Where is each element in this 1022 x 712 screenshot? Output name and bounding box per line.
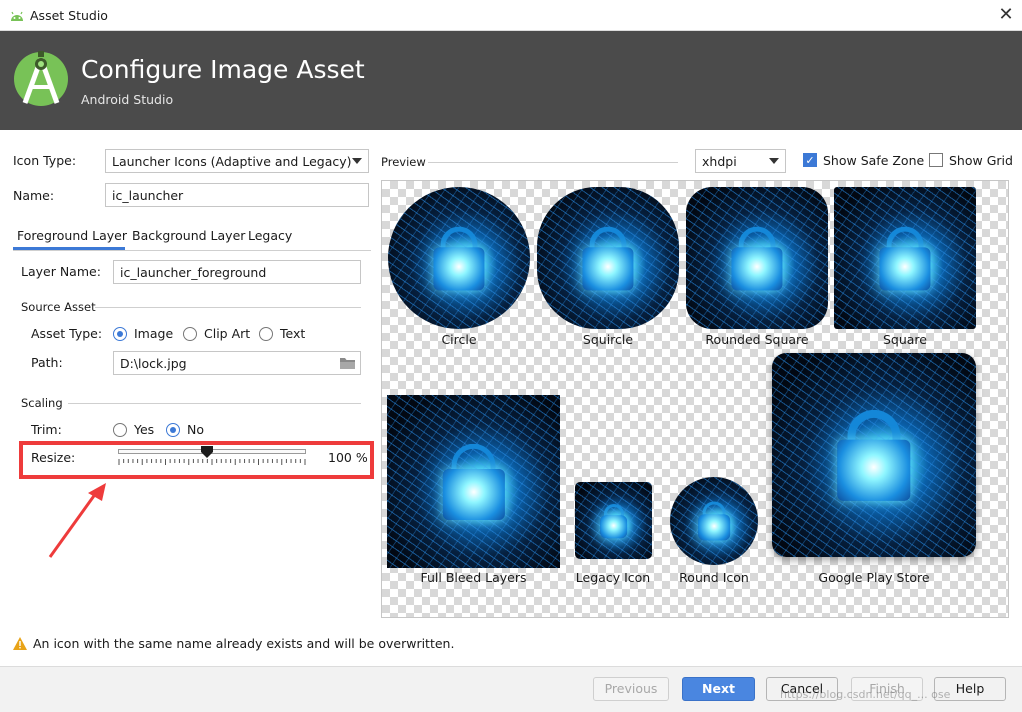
warning-message: An icon with the same name already exist… — [33, 636, 455, 651]
source-asset-heading: Source Asset — [21, 300, 96, 314]
asset-type-clipart-label[interactable]: Clip Art — [204, 326, 250, 341]
scaling-heading: Scaling — [21, 396, 63, 410]
window-title: Asset Studio — [30, 8, 108, 23]
folder-icon[interactable] — [340, 357, 355, 372]
show-safe-zone-checkbox[interactable]: ✓ — [803, 153, 817, 167]
icon-type-label: Icon Type: — [13, 153, 77, 168]
density-value: xhdpi — [702, 154, 737, 169]
preview-round-image — [670, 477, 758, 565]
page-title: Configure Image Asset — [81, 55, 365, 84]
layer-name-field[interactable]: ic_launcher_foreground — [113, 260, 361, 284]
lock-icon — [879, 247, 931, 290]
lock-icon — [442, 468, 505, 521]
tab-foreground-layer[interactable]: Foreground Layer — [17, 228, 127, 243]
preview-circle-image — [388, 187, 530, 329]
trim-no-label[interactable]: No — [187, 422, 204, 437]
density-select[interactable]: xhdpi — [695, 149, 786, 173]
layer-tabs: Foreground Layer Background Layer Legacy — [13, 224, 371, 251]
show-safe-zone-label[interactable]: Show Safe Zone — [823, 153, 924, 168]
preview-square-caption: Square — [882, 332, 927, 347]
layer-name-label: Layer Name: — [21, 264, 101, 279]
preview-full-bleed-image — [387, 395, 560, 568]
asset-type-label: Asset Type: — [31, 326, 103, 341]
chevron-down-icon — [352, 158, 362, 164]
preview-full-bleed-caption: Full Bleed Layers — [420, 570, 527, 585]
trim-yes-label[interactable]: Yes — [134, 422, 154, 437]
watermark: https://blog.csdn.net/qq_... ose — [780, 688, 951, 701]
warning-triangle-icon — [13, 637, 27, 653]
lock-icon — [599, 514, 628, 538]
tab-legacy[interactable]: Legacy — [248, 228, 292, 243]
preview-squircle-caption: Squircle — [582, 332, 634, 347]
icon-type-value: Launcher Icons (Adaptive and Legacy) — [112, 154, 352, 169]
show-grid-label[interactable]: Show Grid — [949, 153, 1013, 168]
title-bar: Asset Studio ✕ — [0, 0, 1022, 31]
tab-background-layer[interactable]: Background Layer — [132, 228, 245, 243]
preview-label: Preview — [381, 155, 426, 169]
scaling-divider — [68, 403, 361, 404]
path-label: Path: — [31, 355, 63, 370]
trim-label: Trim: — [31, 422, 62, 437]
preview-play-store-caption: Google Play Store — [818, 570, 930, 585]
lock-icon — [731, 247, 783, 290]
preview-legacy-image — [575, 482, 652, 559]
name-field[interactable]: ic_launcher — [105, 183, 369, 207]
resize-slider-ticks — [118, 459, 306, 465]
preview-legacy-caption: Legacy Icon — [575, 570, 651, 585]
resize-label: Resize: — [31, 450, 76, 465]
preview-canvas: Circle Squircle Rounded Square Square Fu… — [381, 180, 1009, 618]
lock-icon — [698, 514, 730, 541]
previous-button[interactable]: Previous — [593, 677, 669, 701]
android-logo-icon — [9, 9, 25, 25]
preview-square-image — [834, 187, 976, 329]
preview-round-caption: Round Icon — [679, 570, 749, 585]
preview-squircle-image — [537, 187, 679, 329]
lock-icon — [837, 439, 911, 501]
asset-type-image-radio[interactable] — [113, 327, 127, 341]
lock-icon — [582, 247, 634, 290]
tab-selected-underline — [13, 247, 125, 250]
preview-rounded-square-caption: Rounded Square — [705, 332, 809, 347]
preview-play-store-image — [772, 353, 976, 557]
asset-type-text-label[interactable]: Text — [280, 326, 305, 341]
resize-slider[interactable] — [118, 446, 308, 468]
annotation-arrow-icon — [48, 483, 106, 558]
close-icon[interactable]: ✕ — [993, 2, 1019, 28]
next-button[interactable]: Next — [682, 677, 755, 701]
asset-type-image-label[interactable]: Image — [134, 326, 173, 341]
path-field[interactable]: D:\lock.jpg — [113, 351, 361, 375]
resize-slider-thumb[interactable] — [200, 446, 213, 458]
trim-yes-radio[interactable] — [113, 423, 127, 437]
asset-type-clipart-radio[interactable] — [183, 327, 197, 341]
path-value: D:\lock.jpg — [120, 356, 187, 371]
name-label: Name: — [13, 188, 55, 203]
lock-icon — [433, 247, 485, 290]
preview-rounded-square-image — [686, 187, 828, 329]
asset-type-text-radio[interactable] — [259, 327, 273, 341]
chevron-down-icon — [769, 158, 779, 164]
trim-no-radio[interactable] — [166, 423, 180, 437]
show-grid-checkbox[interactable] — [929, 153, 943, 167]
android-studio-logo-icon — [13, 51, 69, 116]
preview-circle-caption: Circle — [441, 332, 477, 347]
source-asset-divider — [95, 307, 361, 308]
resize-value: 100 % — [328, 450, 368, 465]
icon-type-select[interactable]: Launcher Icons (Adaptive and Legacy) — [105, 149, 369, 173]
preview-divider — [428, 162, 678, 163]
page-subtitle: Android Studio — [81, 92, 174, 107]
wizard-header: Configure Image Asset Android Studio — [0, 31, 1022, 130]
